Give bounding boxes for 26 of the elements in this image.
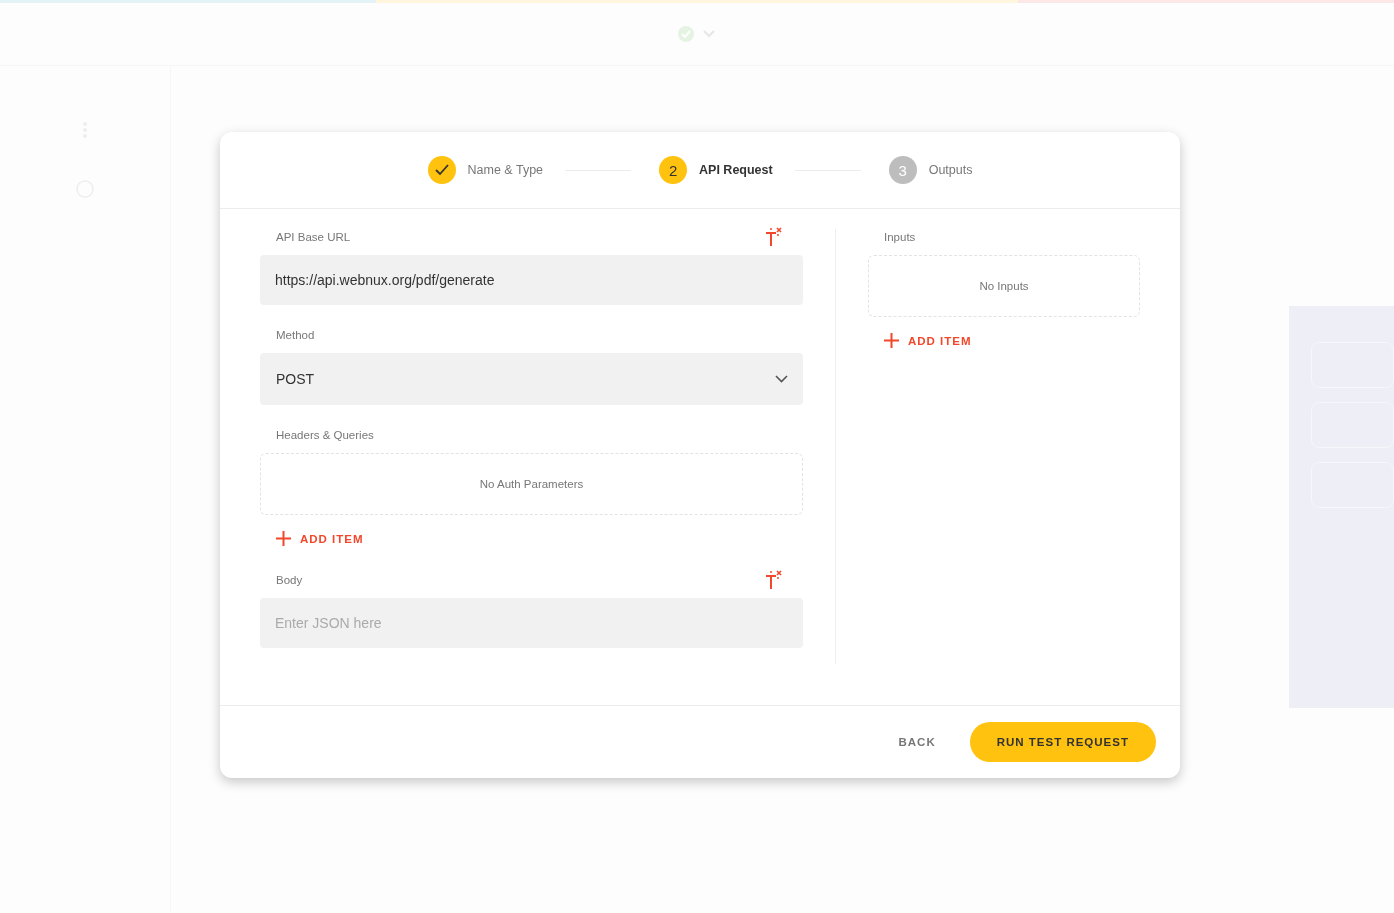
- field-label: Headers & Queries: [276, 429, 374, 441]
- plus-icon: [276, 531, 291, 546]
- text-field[interactable]: Enter JSON here: [260, 598, 803, 648]
- step[interactable]: Name & Type: [427, 156, 544, 184]
- back-button[interactable]: BACK: [888, 726, 946, 758]
- check-circle-icon: [678, 26, 694, 42]
- method-select[interactable]: POST: [260, 353, 803, 405]
- run-test-request-button[interactable]: RUN TEST REQUEST: [969, 722, 1156, 762]
- field-label: Method: [276, 329, 315, 341]
- text-field[interactable]: https://api.webnux.org/pdf/generate: [260, 255, 803, 305]
- field-label: Inputs: [884, 231, 916, 243]
- empty-text: No Inputs: [979, 280, 1029, 292]
- field-label: Body: [276, 574, 303, 586]
- chevron-down-icon: [775, 375, 788, 383]
- step-number: 3: [888, 156, 917, 184]
- step-number: 2: [659, 156, 688, 184]
- add-item-button[interactable]: ADD ITEM: [884, 329, 972, 352]
- magic-text-icon[interactable]: [765, 570, 783, 590]
- step[interactable]: 3 Outputs: [888, 156, 973, 184]
- magic-text-icon[interactable]: [765, 227, 783, 247]
- empty-text: No Auth Parameters: [479, 478, 584, 490]
- plus-icon: [884, 333, 899, 348]
- add-item-button[interactable]: ADD ITEM: [276, 527, 364, 550]
- field-label: API Base URL: [276, 231, 351, 243]
- check-icon: [434, 164, 449, 176]
- step[interactable]: 2 API Request: [659, 156, 773, 184]
